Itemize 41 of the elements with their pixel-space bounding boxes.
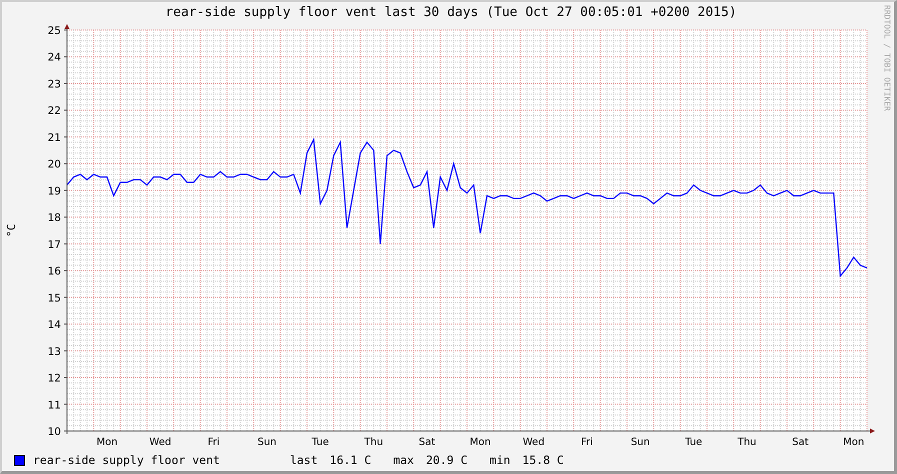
axis-label: 16 (48, 265, 61, 278)
legend-label: rear-side supply floor vent (33, 453, 220, 468)
axis-label: Thu (364, 436, 384, 448)
axis-label: Fri (581, 436, 593, 448)
axis-label: 17 (48, 238, 61, 251)
axis-label: 13 (48, 346, 61, 358)
axis-label: 19 (48, 185, 61, 198)
axis-label: Tue (685, 436, 702, 448)
stat-value: 15.8 C (522, 453, 564, 468)
axis-label: Mon (96, 436, 118, 448)
stat-label: last (290, 453, 318, 468)
stat-value: 20.9 C (426, 453, 468, 468)
axis-label: 12 (48, 372, 61, 384)
axis-label: Sat (792, 436, 809, 448)
axis-label: Wed (522, 436, 545, 448)
axis-label: 10 (48, 426, 61, 438)
credit-text: RRDTOOL / TOBI OETIKER (882, 5, 892, 111)
axis-label: Sun (630, 436, 650, 448)
axis-label: 25 (48, 24, 61, 37)
axis-label: Fri (208, 436, 220, 448)
stat-label: max (393, 453, 414, 468)
axis-label: 22 (48, 105, 61, 118)
axis-title: °C (5, 224, 18, 237)
axis-label: 11 (48, 399, 61, 412)
axis-label: 24 (48, 52, 61, 64)
axis-label: Wed (149, 436, 172, 448)
axis-label: Sun (257, 436, 277, 448)
axis-label: 20 (48, 158, 61, 171)
axis-label: Mon (843, 436, 864, 448)
chart-title: rear-side supply floor vent last 30 days (Tue Oct 27 00:05:01 +0200 2015) (165, 5, 737, 20)
axis-label: 23 (48, 78, 61, 90)
stat-label: min (490, 453, 510, 468)
axis-label: Tue (312, 436, 329, 448)
axis-label: Sat (418, 436, 436, 448)
axis-label: 18 (48, 212, 61, 224)
axis-label: Thu (738, 436, 756, 448)
axis-label: Mon (470, 436, 491, 448)
axis-label: 15 (48, 292, 61, 304)
axis-label: 21 (48, 132, 61, 144)
stat-value: 16.1 C (330, 453, 372, 468)
axis-label: 14 (48, 318, 61, 331)
